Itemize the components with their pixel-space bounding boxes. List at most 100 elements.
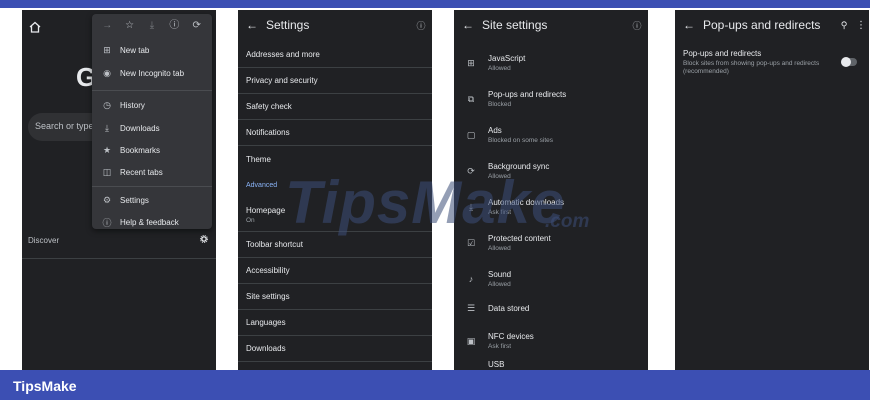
help-icon[interactable]: ⓘ: [626, 19, 648, 32]
help-icon: ⓘ: [102, 217, 112, 228]
site-setting-status: Blocked: [488, 101, 512, 108]
new-tab-icon: ⊞: [103, 44, 111, 55]
settings-row-site-settings[interactable]: Site settings: [238, 284, 432, 310]
site-setting-name: Sound: [488, 270, 512, 279]
site-setting-popups[interactable]: ⧉ Pop-ups and redirects Blocked: [454, 82, 648, 116]
sync-icon: ⟳: [467, 165, 475, 176]
help-icon[interactable]: ⓘ: [410, 19, 432, 32]
menu-item-settings[interactable]: ⚙ Settings: [92, 190, 212, 210]
settings-row-theme[interactable]: Theme: [238, 146, 432, 172]
page-title: Pop-ups and redirects: [703, 18, 821, 32]
settings-row-label: Languages: [246, 318, 286, 327]
downloads-icon: ⤓: [105, 122, 109, 133]
site-setting-usb[interactable]: USB: [454, 360, 648, 370]
settings-row-homepage[interactable]: Homepage On: [238, 198, 432, 232]
back-arrow-icon[interactable]: ←: [675, 18, 703, 32]
settings-row-label: Notifications: [246, 128, 290, 137]
site-setting-status: Ask first: [488, 209, 512, 216]
site-setting-status: Ask first: [488, 343, 512, 350]
site-setting-automatic-downloads[interactable]: ⤓ Automatic downloads Ask first: [454, 190, 648, 224]
sound-icon: ♪: [468, 274, 474, 284]
site-setting-javascript[interactable]: ⊞ JavaScript Allowed: [454, 46, 648, 80]
page-title: Settings: [266, 18, 310, 32]
footer-brand-text: TipsMake: [13, 378, 77, 394]
home-icon[interactable]: [28, 20, 42, 34]
popups-toggle[interactable]: [841, 57, 857, 67]
discover-header: Discover: [28, 235, 212, 252]
site-setting-name: NFC devices: [488, 332, 534, 341]
incognito-icon: ◉: [103, 67, 111, 78]
discover-settings-gear-icon[interactable]: [200, 235, 208, 245]
settings-row-label: Theme: [246, 154, 271, 164]
settings-row-label: Homepage: [246, 205, 286, 215]
site-setting-data-stored[interactable]: ☰ Data stored: [454, 296, 648, 320]
site-setting-name: Background sync: [488, 162, 550, 171]
site-setting-name: Pop-ups and redirects: [488, 90, 567, 99]
nfc-icon: ▣: [466, 335, 476, 346]
settings-row-safety-check[interactable]: Safety check: [238, 94, 432, 120]
menu-item-label: Bookmarks: [120, 145, 161, 155]
settings-row-label: Accessibility: [246, 266, 290, 275]
site-setting-status: Allowed: [488, 173, 511, 180]
site-setting-background-sync[interactable]: ⟳ Background sync Allowed: [454, 154, 648, 188]
settings-row-accessibility[interactable]: Accessibility: [238, 258, 432, 284]
settings-row-label: Site settings: [246, 292, 290, 301]
site-setting-nfc[interactable]: ▣ NFC devices Ask first: [454, 324, 648, 358]
settings-row-label: Addresses and more: [246, 50, 320, 59]
back-arrow-icon[interactable]: ←: [238, 18, 266, 32]
settings-row-privacy[interactable]: Privacy and security: [238, 68, 432, 94]
settings-gear-icon: ⚙: [102, 194, 112, 205]
menu-item-history[interactable]: ◷ History: [92, 95, 212, 115]
site-setting-name: USB: [488, 360, 505, 369]
settings-row-addresses[interactable]: Addresses and more: [238, 42, 432, 68]
menu-item-downloads[interactable]: ⤓ Downloads: [92, 118, 212, 138]
menu-item-bookmarks[interactable]: ★ Bookmarks: [92, 140, 212, 160]
more-options-icon[interactable]: ⋮: [853, 20, 869, 31]
toggle-knob: [841, 57, 851, 67]
search-icon[interactable]: ⚲: [835, 20, 853, 31]
bookmark-star-icon: ★: [102, 144, 112, 155]
forward-icon[interactable]: →: [100, 19, 114, 33]
site-setting-ads[interactable]: ▢ Ads Blocked on some sites: [454, 118, 648, 152]
info-icon[interactable]: ⓘ: [167, 19, 181, 33]
refresh-icon[interactable]: ⟳: [190, 19, 204, 33]
storage-icon: ☰: [466, 302, 476, 313]
star-icon[interactable]: ☆: [123, 19, 137, 33]
popup-icon: ⧉: [467, 93, 475, 104]
settings-panel: ← Settings ⓘ Addresses and more Privacy …: [238, 10, 432, 370]
page-title: Site settings: [482, 18, 548, 32]
site-setting-sound[interactable]: ♪ Sound Allowed: [454, 262, 648, 296]
settings-row-label: Downloads: [246, 344, 286, 353]
chrome-overflow-menu: → ☆ ⤓ ⓘ ⟳ ⊞ New tab ◉ New Incognito tab …: [92, 14, 212, 229]
site-setting-protected-content[interactable]: ☑ Protected content Allowed: [454, 226, 648, 260]
site-setting-name: Ads: [488, 126, 502, 135]
popups-header: ← Pop-ups and redirects ⚲ ⋮: [675, 10, 869, 40]
menu-item-help-feedback[interactable]: ⓘ Help & feedback: [92, 212, 212, 232]
history-icon: ◷: [103, 99, 111, 110]
settings-row-notifications[interactable]: Notifications: [238, 120, 432, 146]
menu-divider: [92, 186, 212, 187]
site-setting-status: Allowed: [488, 65, 511, 72]
site-setting-name: JavaScript: [488, 54, 526, 63]
ads-icon: ▢: [466, 129, 476, 140]
menu-item-new-incognito-tab[interactable]: ◉ New Incognito tab: [92, 63, 212, 83]
menu-item-recent-tabs[interactable]: ◫ Recent tabs: [92, 162, 212, 182]
settings-row-label: Privacy and security: [246, 76, 318, 85]
settings-row-toolbar-shortcut[interactable]: Toolbar shortcut: [238, 232, 432, 258]
site-settings-panel: ← Site settings ⓘ ⊞ JavaScript Allowed ⧉ …: [454, 10, 648, 370]
protected-content-icon: ☑: [466, 237, 476, 248]
new-tab-panel: G Search or type Discover → ☆ ⤓ ⓘ ⟳ ⊞ Ne…: [22, 10, 216, 370]
popups-setting-description: Block sites from showing pop-ups and red…: [683, 60, 820, 75]
download-icon[interactable]: ⤓: [145, 19, 159, 33]
recent-tabs-icon: ◫: [102, 166, 112, 177]
menu-item-label: New Incognito tab: [120, 68, 185, 78]
back-arrow-icon[interactable]: ←: [454, 18, 482, 32]
menu-toolbar: → ☆ ⤓ ⓘ ⟳: [92, 14, 212, 38]
settings-row-languages[interactable]: Languages: [238, 310, 432, 336]
settings-row-downloads[interactable]: Downloads: [238, 336, 432, 362]
javascript-icon: ⊞: [467, 57, 475, 68]
top-brand-bar: [0, 0, 870, 8]
site-setting-name: Data stored: [488, 303, 530, 313]
menu-item-new-tab[interactable]: ⊞ New tab: [92, 40, 212, 60]
popups-panel: ← Pop-ups and redirects ⚲ ⋮ Pop-ups and …: [675, 10, 869, 370]
